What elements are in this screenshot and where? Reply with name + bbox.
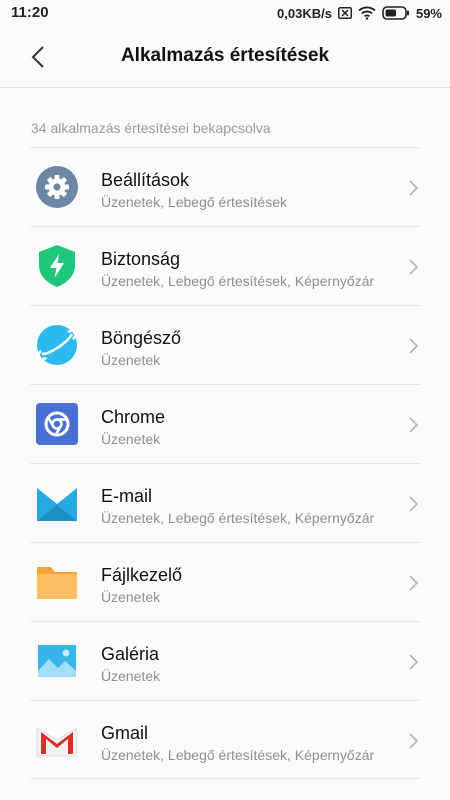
gmail-icon (34, 717, 80, 763)
app-notification-types: Üzenetek, Lebegő értesítések, Képernyőzá… (101, 747, 375, 763)
chevron-right-icon (409, 575, 419, 591)
section-label: 34 alkalmazás értesítései bekapcsolva (31, 120, 271, 136)
app-notification-types: Üzenetek, Lebegő értesítések, Képernyőzá… (101, 510, 375, 526)
list-item-chrome[interactable]: Chrome Üzenetek (30, 384, 420, 463)
app-name: Biztonság (101, 249, 181, 269)
list-item-fajlkezelo[interactable]: Fájlkezelő Üzenetek (30, 542, 420, 621)
app-header: Alkalmazás értesítések (0, 26, 450, 88)
app-name: E-mail (101, 486, 153, 506)
app-list: Beállítások Üzenetek, Lebegő értesítések… (30, 147, 420, 779)
status-bar: 11:20 0,03KB/s 59% (0, 0, 450, 26)
settings-gear-icon (34, 164, 80, 210)
app-name: Chrome (101, 407, 166, 427)
security-shield-icon (34, 243, 80, 289)
app-notification-types: Üzenetek, Lebegő értesítések, Képernyőzá… (101, 273, 375, 289)
chevron-right-icon (409, 180, 419, 196)
app-notification-types: Üzenetek (101, 668, 161, 684)
chevron-right-icon (409, 733, 419, 749)
battery-icon (382, 6, 410, 20)
status-time: 11:20 (11, 4, 49, 21)
no-sim-icon (337, 7, 352, 19)
wifi-icon (358, 6, 376, 20)
chevron-right-icon (409, 259, 419, 275)
browser-planet-icon (34, 322, 80, 368)
email-envelope-icon (34, 480, 80, 526)
gallery-icon (34, 638, 80, 684)
app-notification-types: Üzenetek (101, 589, 161, 605)
battery-percent: 59% (415, 5, 442, 21)
page-title: Alkalmazás értesítések (120, 45, 330, 66)
app-name: Böngésző (101, 328, 182, 348)
network-speed: 0,03KB/s (277, 5, 332, 21)
chevron-right-icon (409, 654, 419, 670)
app-name: Beállítások (101, 170, 190, 190)
chevron-right-icon (409, 417, 419, 433)
list-item-gmail[interactable]: Gmail Üzenetek, Lebegő értesítések, Képe… (30, 700, 420, 779)
app-notification-types: Üzenetek, Lebegő értesítések (101, 194, 288, 210)
chrome-icon (34, 401, 80, 447)
app-notification-types: Üzenetek (101, 431, 161, 447)
list-item-beallitasok[interactable]: Beállítások Üzenetek, Lebegő értesítések (30, 147, 420, 226)
list-item-biztonsag[interactable]: Biztonság Üzenetek, Lebegő értesítések, … (30, 226, 420, 305)
list-item-galeria[interactable]: Galéria Üzenetek (30, 621, 420, 700)
list-item-bongeszo[interactable]: Böngésző Üzenetek (30, 305, 420, 384)
app-notification-types: Üzenetek (101, 352, 161, 368)
file-manager-folder-icon (34, 559, 80, 605)
app-name: Gmail (101, 723, 149, 743)
chevron-right-icon (409, 338, 419, 354)
app-name: Galéria (101, 644, 160, 664)
chevron-right-icon (409, 496, 419, 512)
status-right: 0,03KB/s 59% (277, 4, 442, 22)
app-name: Fájlkezelő (101, 565, 183, 585)
list-item-email[interactable]: E-mail Üzenetek, Lebegő értesítések, Kép… (30, 463, 420, 542)
